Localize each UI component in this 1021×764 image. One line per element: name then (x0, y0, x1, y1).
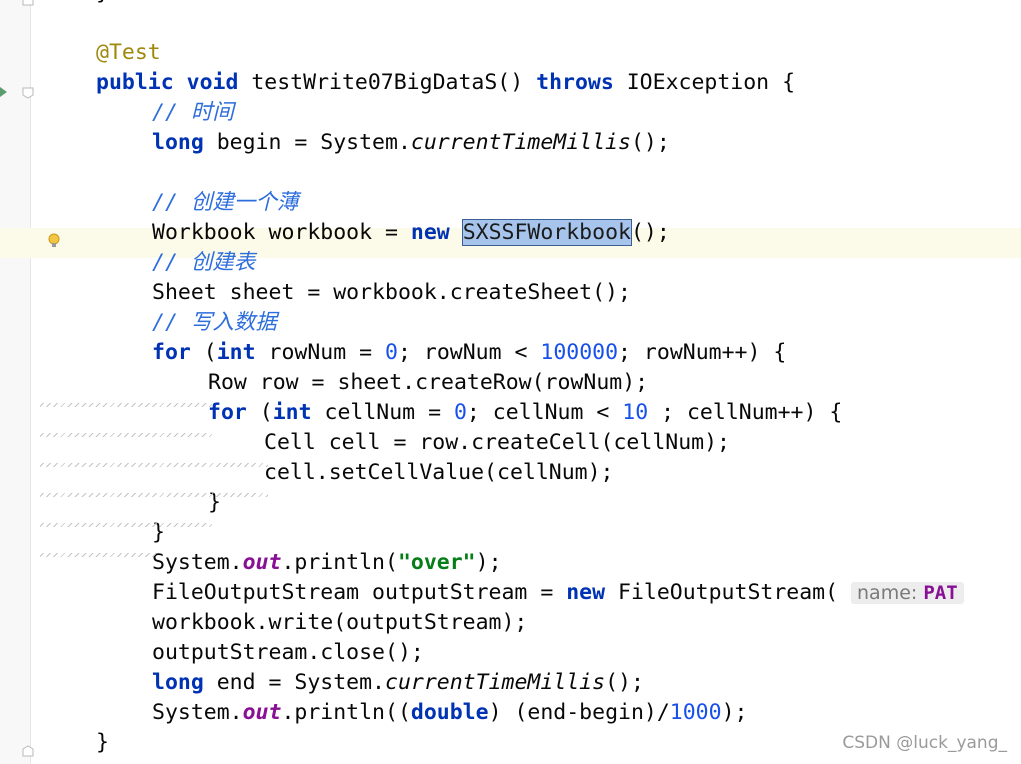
code-line: System.out.println((double) (end-begin)/… (152, 700, 748, 725)
lightbulb-icon[interactable] (48, 233, 60, 249)
editor-gutter (0, 0, 30, 764)
code-line: cell.setCellValue(cellNum); (264, 460, 614, 485)
code-line: } (96, 730, 109, 755)
warning-underline (40, 553, 156, 557)
code-line: for (int cellNum = 0; cellNum < 10 ; cel… (208, 400, 843, 425)
code-line: long end = System.currentTimeMillis(); (152, 670, 644, 695)
code-line: public void testWrite07BigDataS() throws… (96, 70, 796, 95)
code-line: @Test (96, 40, 161, 65)
warning-underline (40, 493, 268, 497)
warning-underline (40, 433, 212, 437)
fold-end-icon[interactable] (22, 745, 34, 757)
fold-end-icon[interactable] (22, 0, 34, 6)
code-line: Row row = sheet.createRow(rowNum); (208, 370, 649, 395)
watermark: CSDN @luck_yang_ (842, 733, 1007, 753)
code-line: Cell cell = row.createCell(cellNum); (264, 430, 730, 455)
selected-text[interactable]: SXSSFWorkbook (461, 219, 632, 246)
code-line: outputStream.close(); (152, 640, 424, 665)
fold-start-icon[interactable] (22, 87, 34, 99)
code-line: Sheet sheet = workbook.createSheet(); (152, 280, 631, 305)
code-line: FileOutputStream outputStream = new File… (152, 578, 964, 608)
code-comment: // 创建表 (152, 250, 256, 275)
warning-underline (40, 403, 212, 407)
code-comment: // 创建一个薄 (152, 190, 299, 215)
warning-underline (40, 463, 268, 467)
code-line: Workbook workbook = new SXSSFWorkbook(); (152, 219, 670, 246)
parameter-hint: name: PAT (851, 582, 964, 604)
run-test-icon[interactable] (0, 87, 7, 97)
code-line: workbook.write(outputStream); (152, 610, 528, 635)
code-line: } (96, 0, 109, 8)
code-line: for (int rowNum = 0; rowNum < 100000; ro… (152, 340, 787, 365)
warning-underline (40, 523, 212, 527)
code-line: System.out.println("over"); (152, 550, 502, 575)
code-line: long begin = System.currentTimeMillis(); (152, 130, 670, 155)
gutter-separator (30, 0, 31, 764)
code-comment: // 写入数据 (152, 310, 277, 335)
code-comment: // 时间 (152, 100, 234, 125)
